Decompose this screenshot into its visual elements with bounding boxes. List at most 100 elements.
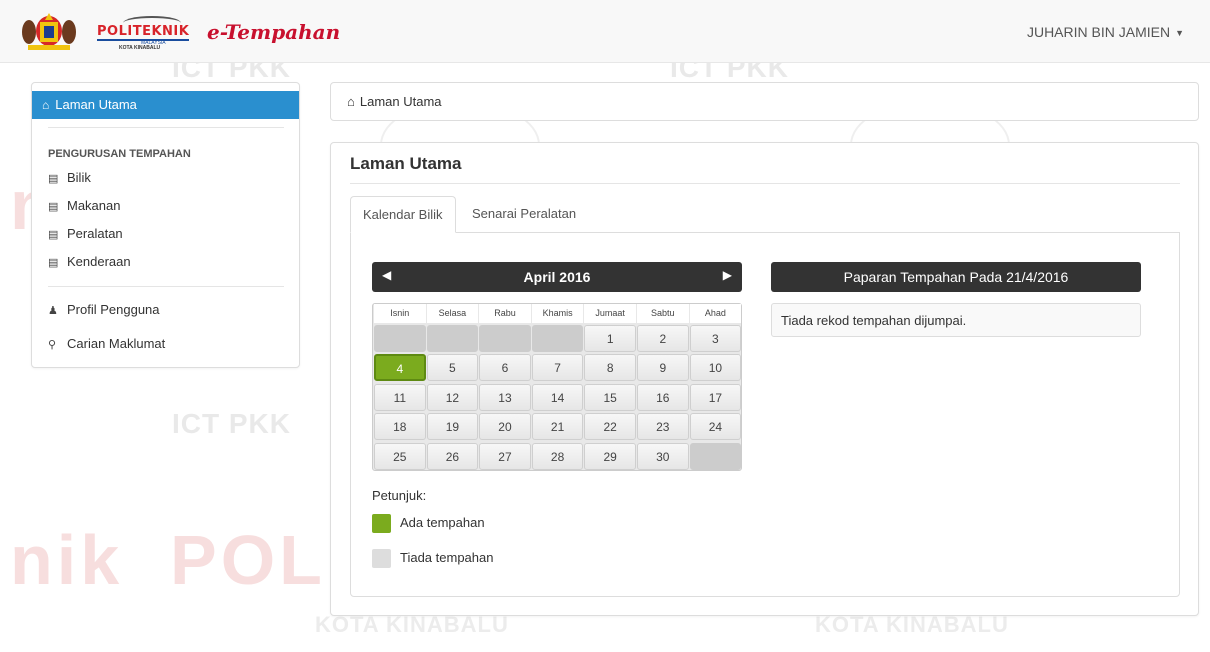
tab-content: ◀ April 2016 ▶ Isnin Selasa Rabu Khamis Juma… (350, 232, 1180, 597)
sidebar-item-makanan[interactable]: ▤ Makanan (48, 198, 120, 218)
weekday-header: Ahad (689, 304, 742, 323)
weekday-header: Isnin (374, 304, 426, 323)
sidebar-item-label: Makanan (67, 198, 121, 213)
calendar-day[interactable]: 28 (531, 442, 584, 470)
breadcrumb: ⌂ Laman Utama (330, 82, 1199, 121)
caret-down-icon: ▼ (1175, 28, 1184, 39)
calendar-day[interactable]: 2 (637, 325, 689, 352)
calendar-day[interactable]: 3 (689, 325, 742, 352)
sidebar-section-header: PENGURUSAN TEMPAHAN (48, 148, 191, 160)
calendar-day[interactable]: 23 (637, 413, 689, 441)
calendar-day[interactable]: 16 (637, 383, 689, 411)
top-navbar: POLITEKNIK MALAYSIA KOTA KINABALU e-Temp… (0, 0, 1210, 63)
calendar-month-label: April 2016 (523, 269, 591, 285)
sidebar-item-kenderaan[interactable]: ▤ Kenderaan (48, 254, 131, 274)
booked-swatch (372, 514, 391, 533)
sidebar-divider (48, 127, 284, 128)
sidebar-item-label: Carian Maklumat (67, 336, 166, 351)
calendar-day[interactable]: 22 (584, 413, 636, 441)
calendar-day[interactable]: 14 (531, 383, 584, 411)
tab-senarai-peralatan[interactable]: Senarai Peralatan (460, 196, 588, 233)
next-month-icon[interactable]: ▶ (723, 268, 732, 282)
home-icon: ⌂ (347, 94, 355, 109)
sidebar-item-home[interactable]: ⌂ Laman Utama (32, 91, 299, 119)
calendar-day[interactable]: 5 (426, 354, 479, 382)
watermark-big-text: POL (170, 521, 326, 599)
weekday-header: Sabtu (637, 304, 689, 323)
calendar-day[interactable]: 6 (479, 354, 531, 382)
sidebar-divider (48, 286, 284, 287)
list-icon: ▤ (48, 201, 59, 213)
booking-display-header: Paparan Tempahan Pada 21/4/2016 (771, 262, 1141, 292)
calendar-day[interactable]: 12 (426, 383, 479, 411)
weekday-header: Selasa (426, 304, 479, 323)
sidebar: ⌂ Laman Utama PENGURUSAN TEMPAHAN ▤ Bilik … (31, 82, 300, 368)
calendar-day[interactable]: 9 (637, 354, 689, 382)
calendar-day[interactable]: 25 (374, 442, 426, 470)
free-swatch (372, 549, 391, 568)
watermark-big-text: nik (10, 521, 124, 599)
weekday-header: Jumaat (584, 304, 636, 323)
calendar-day[interactable]: 10 (689, 354, 742, 382)
sidebar-item-label: Peralatan (67, 226, 123, 241)
title-divider (350, 183, 1180, 184)
sidebar-item-label: Kenderaan (67, 254, 131, 269)
list-icon: ▤ (48, 173, 59, 185)
calendar-day[interactable]: 7 (531, 354, 584, 382)
calendar-day[interactable]: 27 (479, 442, 531, 470)
politeknik-logo: POLITEKNIK MALAYSIA KOTA KINABALU (97, 12, 197, 51)
calendar-day[interactable]: 26 (426, 442, 479, 470)
tab-bar: Kalendar Bilik Senarai Peralatan (350, 196, 1180, 233)
calendar-empty-cell (531, 325, 584, 352)
sidebar-item-profile[interactable]: ♟ Profil Pengguna (48, 302, 160, 322)
user-menu-dropdown[interactable]: JUHARIN BIN JAMIEN ▼ (1027, 24, 1184, 40)
calendar-header: ◀ April 2016 ▶ (372, 262, 742, 292)
legend-free: Tiada tempahan (372, 549, 493, 569)
list-icon: ▤ (48, 229, 59, 241)
sidebar-item-bilik[interactable]: ▤ Bilik (48, 170, 91, 190)
sidebar-item-label: Bilik (67, 170, 91, 185)
calendar-day[interactable]: 20 (479, 413, 531, 441)
calendar-day[interactable]: 8 (584, 354, 636, 382)
sidebar-item-search[interactable]: ⚲ Carian Maklumat (48, 336, 165, 356)
calendar-day[interactable]: 15 (584, 383, 636, 411)
calendar-empty-cell (479, 325, 531, 352)
calendar-day[interactable]: 11 (374, 383, 426, 411)
home-icon: ⌂ (42, 98, 50, 112)
logo-campus: KOTA KINABALU (119, 45, 161, 51)
calendar-empty-cell (689, 442, 742, 470)
calendar-day[interactable]: 30 (637, 442, 689, 470)
tab-kalendar-bilik[interactable]: Kalendar Bilik (350, 196, 456, 233)
watermark-ict: ICT PKK (172, 408, 291, 439)
calendar-day[interactable]: 19 (426, 413, 479, 441)
booking-empty-message: Tiada rekod tempahan dijumpai. (771, 303, 1141, 337)
calendar-day[interactable]: 17 (689, 383, 742, 411)
user-name: JUHARIN BIN JAMIEN (1026, 24, 1171, 40)
user-icon: ♟ (48, 305, 58, 317)
weekday-header: Rabu (479, 304, 531, 323)
calendar-day[interactable]: 24 (689, 413, 742, 441)
sidebar-item-label: Profil Pengguna (67, 302, 160, 317)
calendar-day[interactable]: 4 (374, 354, 426, 382)
calendar-day[interactable]: 1 (584, 325, 636, 352)
search-icon: ⚲ (48, 339, 57, 351)
legend-title: Petunjuk: (372, 488, 427, 503)
calendar-empty-cell (374, 325, 426, 352)
app-brand[interactable]: e-Tempahan (207, 20, 340, 44)
breadcrumb-item[interactable]: Laman Utama (360, 94, 442, 109)
list-icon: ▤ (48, 257, 59, 269)
calendar-empty-cell (426, 325, 479, 352)
legend-booked: Ada tempahan (372, 514, 485, 534)
logo-text: POLITEKNIK (97, 24, 190, 41)
coat-of-arms-logo (22, 13, 76, 50)
calendar-day[interactable]: 21 (531, 413, 584, 441)
weekday-header: Khamis (531, 304, 584, 323)
calendar-day[interactable]: 29 (584, 442, 636, 470)
page-title: Laman Utama (350, 154, 462, 173)
main-panel: Laman Utama Kalendar Bilik Senarai Peral… (330, 142, 1199, 616)
calendar-day[interactable]: 13 (479, 383, 531, 411)
sidebar-item-peralatan[interactable]: ▤ Peralatan (48, 226, 123, 246)
legend-label: Ada tempahan (400, 514, 485, 530)
calendar-day[interactable]: 18 (374, 413, 426, 441)
legend-label: Tiada tempahan (400, 549, 494, 565)
